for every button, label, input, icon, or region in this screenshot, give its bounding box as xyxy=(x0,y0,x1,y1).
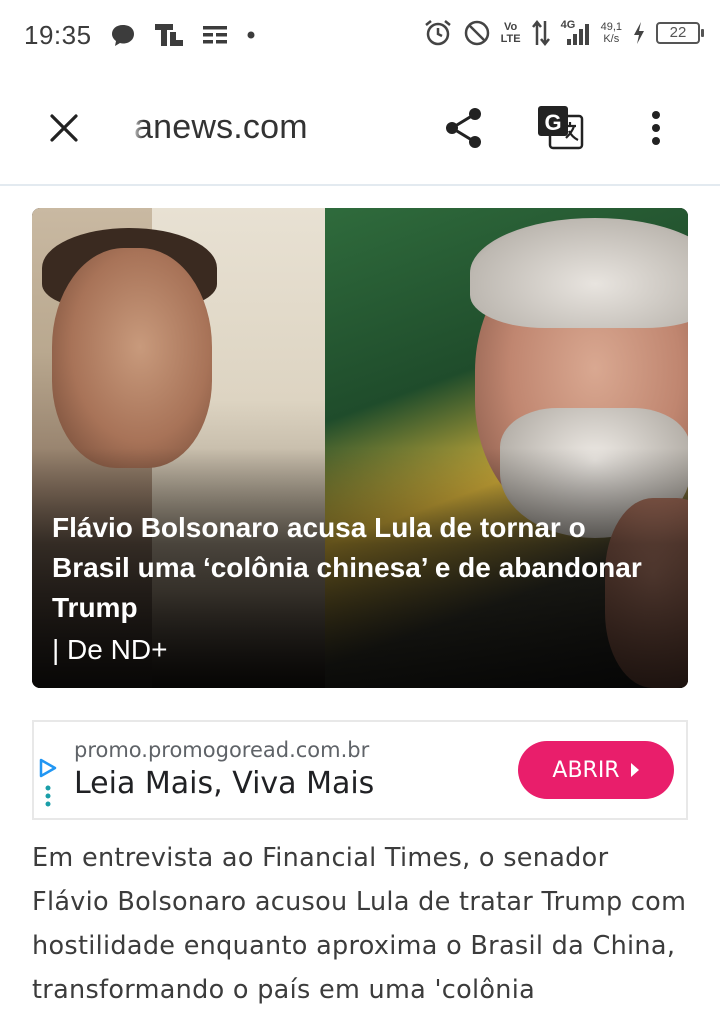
volte-indicator: Vo LTE xyxy=(501,21,521,45)
ad-headline[interactable]: Leia Mais, Viva Mais xyxy=(74,766,374,801)
ad-domain: promo.promogoread.com.br xyxy=(74,738,370,762)
signal-bars-icon xyxy=(566,24,589,45)
share-icon xyxy=(446,108,481,148)
ad-open-label: ABRIR xyxy=(552,757,620,783)
ad-open-button[interactable]: ABRIR xyxy=(518,741,674,799)
translate-icon: G xyxy=(538,106,584,150)
share-button[interactable] xyxy=(440,104,488,152)
speed-value: 49,1 xyxy=(600,21,622,33)
data-arrows-icon xyxy=(531,19,550,47)
hero-article-card[interactable]: Flávio Bolsonaro acusa Lula de tornar o … xyxy=(32,208,688,688)
hero-headline[interactable]: Flávio Bolsonaro acusa Lula de tornar o … xyxy=(52,508,652,628)
more-vertical-icon xyxy=(652,111,660,145)
news-app-icon xyxy=(155,24,183,46)
volte-top: Vo xyxy=(503,21,518,33)
volte-bottom: LTE xyxy=(500,33,521,45)
network-speed: 49,1 K/s xyxy=(601,21,622,45)
adchoices-icon[interactable] xyxy=(38,758,58,818)
close-button[interactable] xyxy=(40,104,88,152)
signal-indicator: 4G xyxy=(561,19,591,47)
speed-unit: K/s xyxy=(603,33,620,45)
article-paragraph: Em entrevista ao Financial Times, o sena… xyxy=(32,843,687,1005)
battery-indicator: 22 xyxy=(656,22,704,44)
do-not-disturb-icon xyxy=(464,20,489,46)
more-options-button[interactable] xyxy=(632,104,680,152)
browser-toolbar: anews.com G xyxy=(0,72,720,186)
hero-source: | De ND+ xyxy=(52,634,168,665)
url-fade xyxy=(130,102,144,152)
notification-icons xyxy=(110,22,256,48)
chevron-right-icon xyxy=(630,763,639,777)
more-notifications-dot-icon xyxy=(247,31,255,39)
system-icons: Vo LTE 4G 49,1 K/s 22 xyxy=(423,18,704,48)
close-icon xyxy=(50,114,78,142)
chat-bubble-icon xyxy=(112,25,134,46)
hero-photo-left-face xyxy=(52,248,212,468)
status-bar: 19:35 Vo LTE 4G 49,1 K/s 22 xyxy=(0,0,720,72)
translate-button[interactable]: G xyxy=(534,102,586,154)
ad-banner[interactable]: promo.promogoread.com.br Leia Mais, Viva… xyxy=(32,720,688,820)
charging-bolt-icon xyxy=(634,22,644,44)
svg-text:G: G xyxy=(544,110,561,135)
hero-photo-right-hair xyxy=(470,218,688,328)
alarm-icon xyxy=(424,20,451,46)
clock: 19:35 xyxy=(24,20,92,50)
url-text[interactable]: anews.com xyxy=(134,108,308,147)
list-app-icon xyxy=(203,26,227,44)
